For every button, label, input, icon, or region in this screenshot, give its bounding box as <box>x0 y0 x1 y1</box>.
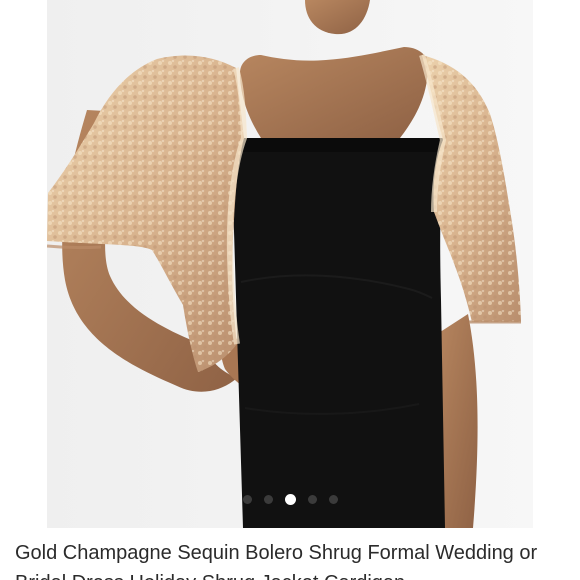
image-carousel-indicators <box>0 492 580 506</box>
carousel-dot-1[interactable] <box>242 494 252 504</box>
carousel-dot-4[interactable] <box>307 494 317 504</box>
product-photo[interactable] <box>47 0 533 528</box>
listing-title-area: Gold Champagne Sequin Bolero Shrug Forma… <box>15 538 565 580</box>
listing-title: Gold Champagne Sequin Bolero Shrug Forma… <box>15 542 538 580</box>
carousel-dot-5[interactable] <box>328 494 338 504</box>
carousel-dot-2[interactable] <box>263 494 273 504</box>
model-photo-illustration <box>47 0 533 528</box>
carousel-dot-3-active[interactable] <box>284 493 296 505</box>
